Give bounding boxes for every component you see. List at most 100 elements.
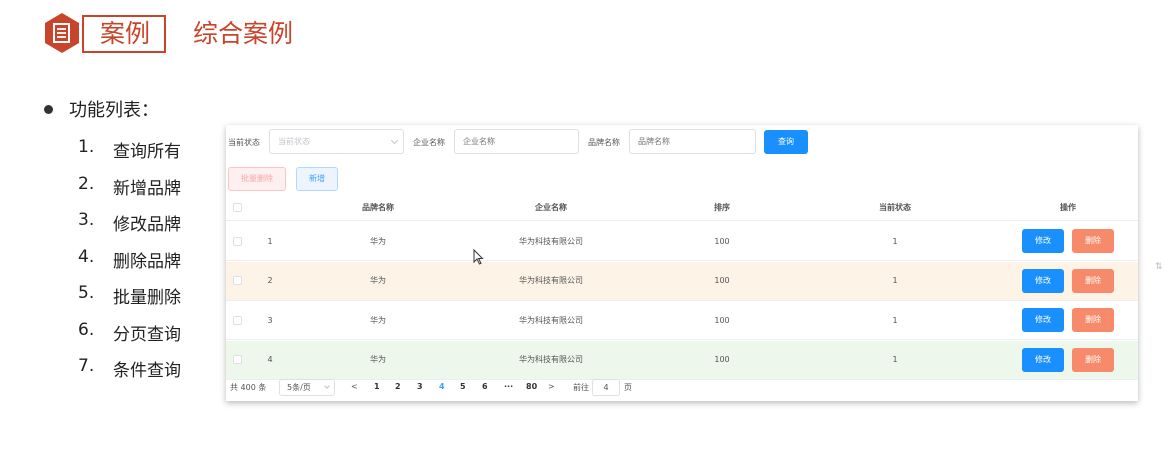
- page-number[interactable]: 6: [482, 382, 488, 391]
- page-number[interactable]: 5: [460, 382, 466, 391]
- row-brand: 华为: [370, 315, 386, 325]
- page-number[interactable]: 2: [395, 382, 401, 391]
- row-actions: 修改 删除: [1018, 222, 1118, 260]
- table-header: 品牌名称 企业名称 排序 当前状态 操作: [226, 195, 1138, 221]
- edit-button[interactable]: 修改: [1022, 347, 1064, 372]
- status-select[interactable]: 当前状态: [269, 129, 404, 154]
- row-index: 2: [267, 276, 273, 285]
- row-checkbox[interactable]: [232, 315, 242, 325]
- status-filter-label: 当前状态: [228, 138, 260, 147]
- mouse-cursor-icon: [473, 249, 484, 265]
- page-number[interactable]: 80: [526, 382, 537, 391]
- delete-button[interactable]: 删除: [1072, 347, 1114, 372]
- feature-number: 7.: [78, 356, 95, 376]
- row-company: 华为科技有限公司: [519, 355, 583, 364]
- page-title: 综合案例: [193, 19, 294, 48]
- row-actions: 修改 删除: [1018, 301, 1118, 339]
- chevron-down-icon: [390, 136, 399, 145]
- company-input[interactable]: [454, 129, 579, 154]
- feature-number: 6.: [78, 319, 95, 340]
- row-status: 1: [892, 276, 898, 285]
- row-status: 1: [892, 236, 898, 246]
- brand-input[interactable]: [629, 129, 756, 154]
- row-order: 100: [714, 315, 730, 325]
- feature-label: 新增品牌: [113, 178, 181, 199]
- row-company: 华为科技有限公司: [519, 236, 583, 246]
- page-number[interactable]: 3: [417, 382, 423, 391]
- header-brand: 品牌名称: [362, 203, 394, 212]
- header-status: 当前状态: [879, 203, 911, 212]
- delete-button[interactable]: 删除: [1072, 308, 1114, 332]
- edit-button[interactable]: 修改: [1022, 268, 1064, 293]
- feature-number: 4.: [78, 246, 95, 267]
- edit-button[interactable]: 修改: [1022, 229, 1064, 253]
- query-button[interactable]: 查询: [764, 130, 808, 154]
- feature-number: 5.: [78, 283, 95, 303]
- feature-list: 1. 查询所有 2. 新增品牌 3. 修改品牌 4. 删除品牌 5. 批量删除 6. 分页查询 7. 条件…: [78, 137, 181, 393]
- brand-filter-label: 品牌名称: [588, 138, 620, 147]
- feature-number: 2.: [78, 173, 95, 194]
- row-checkbox[interactable]: [232, 276, 242, 285]
- row-order: 100: [714, 236, 730, 246]
- goto-label: 前往: [573, 383, 589, 392]
- row-status: 1: [892, 355, 898, 364]
- row-checkbox[interactable]: [232, 236, 242, 246]
- select-all-checkbox[interactable]: [232, 203, 242, 212]
- page-size-select[interactable]: 5条/页: [279, 379, 335, 396]
- feature-heading-text: 功能列表：: [69, 100, 159, 121]
- row-brand: 华为: [370, 355, 386, 364]
- row-actions: 修改 删除: [1018, 262, 1118, 300]
- header-order: 排序: [714, 203, 730, 212]
- row-checkbox[interactable]: [232, 355, 242, 364]
- feature-list-heading: 功能列表：: [44, 96, 159, 122]
- add-button[interactable]: 新增: [296, 167, 338, 191]
- feature-item: 5. 批量删除: [78, 283, 181, 320]
- table-row: 3 华为 华为科技有限公司 100 1 修改 删除: [226, 301, 1138, 340]
- row-company: 华为科技有限公司: [519, 315, 583, 325]
- feature-item: 6. 分页查询: [78, 320, 181, 357]
- feature-label: 删除品牌: [113, 251, 181, 272]
- table-row: 2 华为 华为科技有限公司 100 1 修改 删除: [226, 261, 1138, 301]
- feature-item: 3. 修改品牌: [78, 210, 181, 247]
- row-order: 100: [714, 355, 730, 364]
- page-number[interactable]: 4: [439, 382, 445, 391]
- page-size-value: 5条/页: [287, 383, 311, 392]
- row-order: 100: [714, 276, 730, 285]
- status-select-placeholder: 当前状态: [278, 137, 310, 146]
- document-icon: [45, 13, 79, 53]
- feature-item: 1. 查询所有: [78, 137, 181, 174]
- feature-number: 1.: [78, 137, 95, 157]
- pagination: 共 400 条 5条/页 < 1 2 3 4 5 6 ··· 80 > 前往 4 页: [226, 379, 1138, 397]
- prev-page-button[interactable]: <: [351, 382, 358, 391]
- delete-button[interactable]: 删除: [1072, 229, 1114, 253]
- section-tag: 案例: [82, 15, 167, 53]
- delete-button[interactable]: 删除: [1072, 268, 1114, 293]
- page-number[interactable]: 1: [374, 382, 380, 391]
- feature-label: 批量删除: [113, 288, 181, 308]
- goto-page-input[interactable]: 4: [592, 379, 620, 396]
- table-row: 1 华为 华为科技有限公司 100 1 修改 删除: [226, 222, 1138, 261]
- row-brand: 华为: [370, 276, 386, 285]
- feature-item: 7. 条件查询: [78, 356, 181, 393]
- page-number[interactable]: ···: [504, 382, 513, 391]
- pagination-total: 共 400 条: [230, 383, 267, 392]
- edit-button[interactable]: 修改: [1022, 308, 1064, 332]
- feature-label: 查询所有: [113, 142, 181, 162]
- row-index: 1: [267, 236, 273, 246]
- header-company: 企业名称: [535, 203, 567, 212]
- scroll-marker-icon: ⇅: [1155, 262, 1163, 272]
- row-index: 4: [267, 355, 273, 364]
- row-status: 1: [892, 315, 898, 325]
- chevron-down-icon: [324, 383, 330, 389]
- row-index: 3: [267, 315, 273, 325]
- feature-item: 2. 新增品牌: [78, 174, 181, 211]
- feature-label: 条件查询: [113, 361, 181, 381]
- row-company: 华为科技有限公司: [519, 276, 583, 285]
- bullet-icon: [44, 104, 53, 114]
- row-actions: 修改 删除: [1018, 341, 1118, 379]
- feature-label: 分页查询: [113, 324, 181, 345]
- batch-delete-button[interactable]: 批量删除: [228, 167, 286, 191]
- row-brand: 华为: [370, 236, 386, 246]
- feature-label: 修改品牌: [113, 215, 181, 235]
- next-page-button[interactable]: >: [548, 382, 555, 391]
